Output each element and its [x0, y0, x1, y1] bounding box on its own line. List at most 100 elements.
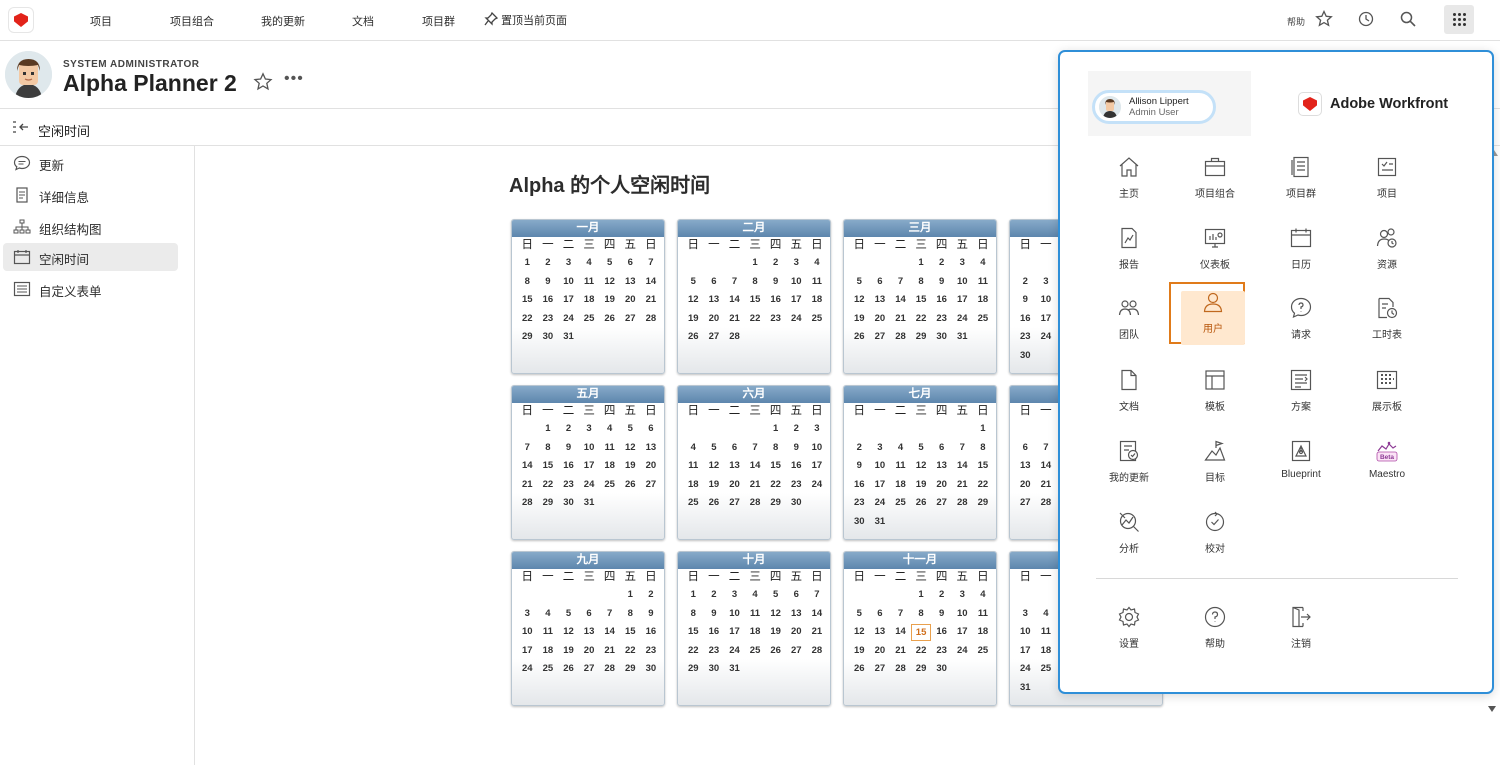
calendar-day[interactable]: 14: [952, 457, 973, 476]
menu-tile-blueprint[interactable]: Blueprint: [1263, 431, 1339, 493]
menu-tile-report[interactable]: 报告: [1091, 218, 1167, 280]
calendar-day[interactable]: 22: [765, 476, 786, 495]
calendar-day[interactable]: 7: [641, 254, 662, 273]
calendar-day[interactable]: 14: [807, 605, 828, 624]
calendar-day[interactable]: 29: [765, 494, 786, 513]
calendar-day[interactable]: 1: [683, 586, 704, 605]
calendar-day[interactable]: 14: [890, 291, 911, 310]
calendar-day[interactable]: 27: [931, 494, 952, 513]
calendar-day[interactable]: 13: [641, 439, 662, 458]
calendar-day[interactable]: 20: [786, 623, 807, 642]
calendar-day[interactable]: 20: [870, 310, 891, 329]
calendar-day[interactable]: 6: [1015, 439, 1036, 458]
main-menu-grid-button[interactable]: [1444, 5, 1474, 34]
calendar-day[interactable]: 12: [911, 457, 932, 476]
calendar-day[interactable]: 7: [807, 586, 828, 605]
calendar-day[interactable]: 6: [579, 605, 600, 624]
calendar-day[interactable]: 13: [704, 291, 725, 310]
calendar-day[interactable]: 9: [765, 273, 786, 292]
sidebar-item-custom-forms[interactable]: 自定义表单: [3, 275, 178, 303]
calendar-day[interactable]: 30: [786, 494, 807, 513]
calendar-day[interactable]: 31: [952, 328, 973, 347]
calendar-day[interactable]: 18: [973, 291, 994, 310]
calendar-day[interactable]: 19: [704, 476, 725, 495]
calendar-day[interactable]: 21: [1036, 476, 1057, 495]
calendar-day[interactable]: 25: [538, 660, 559, 679]
calendar-day[interactable]: 23: [786, 476, 807, 495]
calendar-day[interactable]: 3: [724, 586, 745, 605]
calendar-day[interactable]: 29: [538, 494, 559, 513]
calendar-day[interactable]: 3: [1015, 605, 1036, 624]
menu-tile-home[interactable]: 主页: [1091, 147, 1167, 209]
calendar-day[interactable]: 1: [745, 254, 766, 273]
calendar-day[interactable]: 2: [931, 254, 952, 273]
calendar-day[interactable]: 11: [973, 605, 994, 624]
calendar-day[interactable]: 21: [745, 476, 766, 495]
menu-tile-portfolio[interactable]: 项目组合: [1177, 147, 1253, 209]
calendar-day[interactable]: 29: [911, 660, 932, 679]
calendar-day[interactable]: 2: [558, 420, 579, 439]
calendar-day[interactable]: 4: [973, 586, 994, 605]
calendar-day[interactable]: 26: [911, 494, 932, 513]
calendar-day[interactable]: 17: [724, 623, 745, 642]
calendar-day[interactable]: 2: [931, 586, 952, 605]
calendar-day[interactable]: 8: [620, 605, 641, 624]
menu-tile-templates[interactable]: 模板: [1177, 360, 1253, 422]
calendar-day[interactable]: 20: [641, 457, 662, 476]
calendar-day[interactable]: 8: [745, 273, 766, 292]
calendar-day[interactable]: 3: [517, 605, 538, 624]
recents-history-icon[interactable]: [1356, 10, 1376, 30]
calendar-day[interactable]: 20: [620, 291, 641, 310]
calendar-day[interactable]: 24: [579, 476, 600, 495]
calendar-day[interactable]: 15: [683, 623, 704, 642]
calendar-day[interactable]: 10: [807, 439, 828, 458]
calendar-day[interactable]: 28: [724, 328, 745, 347]
calendar-day[interactable]: 17: [1036, 310, 1057, 329]
calendar-day[interactable]: 10: [870, 457, 891, 476]
calendar-day[interactable]: 29: [517, 328, 538, 347]
calendar-day[interactable]: 1: [517, 254, 538, 273]
calendar-day[interactable]: 19: [620, 457, 641, 476]
calendar-day[interactable]: 20: [579, 642, 600, 661]
calendar-day[interactable]: 29: [973, 494, 994, 513]
calendar-day[interactable]: 4: [890, 439, 911, 458]
menu-tile-teams[interactable]: 团队: [1091, 288, 1167, 350]
calendar-day[interactable]: 31: [870, 513, 891, 532]
calendar-day[interactable]: 17: [579, 457, 600, 476]
calendar-day[interactable]: 2: [641, 586, 662, 605]
calendar-day[interactable]: 21: [890, 642, 911, 661]
calendar-day[interactable]: 17: [1015, 642, 1036, 661]
calendar-day[interactable]: 13: [870, 291, 891, 310]
calendar-day[interactable]: 6: [870, 273, 891, 292]
calendar-day[interactable]: 7: [745, 439, 766, 458]
calendar-day[interactable]: 22: [620, 642, 641, 661]
calendar-day[interactable]: 18: [599, 457, 620, 476]
calendar-day[interactable]: 20: [1015, 476, 1036, 495]
calendar-day[interactable]: 5: [599, 254, 620, 273]
calendar-day[interactable]: 16: [558, 457, 579, 476]
calendar-day[interactable]: 14: [745, 457, 766, 476]
calendar-day[interactable]: 16: [849, 476, 870, 495]
calendar-day[interactable]: 18: [538, 642, 559, 661]
calendar-day[interactable]: 31: [724, 660, 745, 679]
calendar-day[interactable]: 17: [558, 291, 579, 310]
calendar-day[interactable]: 4: [745, 586, 766, 605]
menu-tile-project[interactable]: 项目: [1349, 147, 1425, 209]
calendar-day[interactable]: 28: [952, 494, 973, 513]
calendar-day[interactable]: 30: [704, 660, 725, 679]
menu-tile-dashboard[interactable]: 仪表板: [1177, 218, 1253, 280]
calendar-day[interactable]: 24: [870, 494, 891, 513]
calendar-day[interactable]: 25: [1036, 660, 1057, 679]
calendar-day[interactable]: 24: [786, 310, 807, 329]
calendar-day[interactable]: 28: [599, 660, 620, 679]
calendar-day[interactable]: 9: [538, 273, 559, 292]
calendar-day[interactable]: 26: [599, 310, 620, 329]
calendar-day[interactable]: 5: [849, 273, 870, 292]
calendar-day[interactable]: 30: [641, 660, 662, 679]
calendar-day[interactable]: 27: [579, 660, 600, 679]
calendar-day[interactable]: 11: [538, 623, 559, 642]
calendar-day[interactable]: 16: [704, 623, 725, 642]
calendar-day[interactable]: 6: [620, 254, 641, 273]
calendar-day[interactable]: 27: [641, 476, 662, 495]
calendar-day[interactable]: 2: [786, 420, 807, 439]
